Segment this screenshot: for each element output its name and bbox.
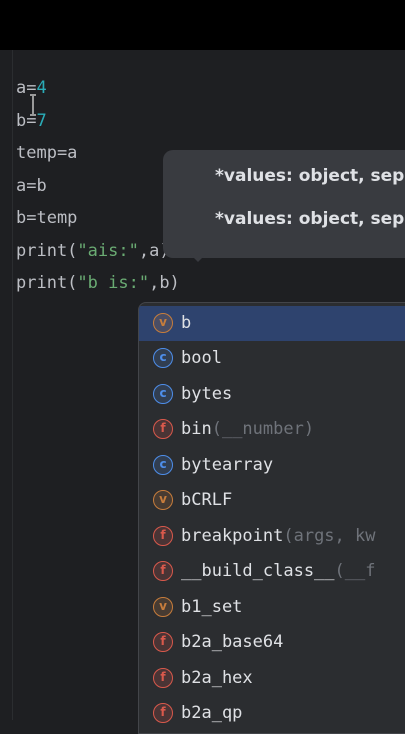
completion-item[interactable]: f __build_class__(__f [139,554,405,589]
code-line-5[interactable]: b=temp [16,205,77,231]
completion-name: breakpoint [181,526,284,546]
variable-icon: v [153,313,173,333]
code-token: 4 [36,78,47,98]
function-icon: f [153,561,173,581]
function-icon: f [153,526,173,546]
completion-name: b [181,313,192,333]
parameter-hint: *values: object, sep [215,209,405,229]
class-icon: c [153,384,173,404]
completion-name: bin [181,419,212,439]
completion-item[interactable]: f breakpoint(args, kw [139,519,405,554]
top-black-bar [0,0,405,50]
variable-icon: v [153,597,173,617]
code-line-6[interactable]: print("ais:",a) [16,238,170,264]
variable-icon: v [153,490,173,510]
completion-item[interactable]: f bin(__number) [139,412,405,447]
code-completion-popup[interactable]: vb c bool c bytes f bin(__number) c bytearra… [138,302,405,734]
completion-item[interactable]: v b1_set [139,590,405,625]
code-token: ,b) [149,273,180,293]
completion-name: bCRLF [181,490,233,510]
editor-gutter [12,50,13,720]
code-line-7[interactable]: print("b is:",b) [16,270,180,296]
code-token: "b is:" [77,273,150,293]
completion-name: b2a_base64 [181,632,284,652]
code-token: "ais:" [77,241,139,261]
completion-name: b2a_qp [181,703,243,723]
completion-name: bytearray [181,455,274,475]
completion-args: (__f [334,561,376,581]
completion-args: (__number) [211,419,315,439]
function-icon: f [153,632,173,652]
completion-name: bytes [181,384,233,404]
completion-name: b2a_hex [181,668,253,688]
completion-item[interactable]: c bytes [139,377,405,412]
code-token: print( [16,241,78,261]
completion-name: bool [181,348,222,368]
completion-item[interactable]: c bytearray [139,448,405,483]
class-icon: c [153,348,173,368]
function-icon: f [153,703,173,723]
completion-name: b1_set [181,597,243,617]
parameter-info-popup: *values: object, sep *values: object, se… [163,150,405,258]
function-icon: f [153,419,173,439]
code-line-4[interactable]: a=b [16,173,47,199]
completion-item[interactable]: f b2a_hex [139,661,405,696]
completion-item[interactable]: v bCRLF [139,483,405,518]
completion-item[interactable]: f b2a_qp [139,696,405,731]
code-token: print( [16,273,78,293]
mouse-text-cursor-icon [30,94,36,116]
completion-args: (args, kw [283,526,376,546]
parameter-info-pointer [190,254,206,262]
completion-item[interactable]: c bool [139,341,405,376]
code-line-3[interactable]: temp=a [16,140,77,166]
completion-name: __build_class__ [181,561,335,581]
function-icon: f [153,668,173,688]
code-token: 7 [36,111,47,131]
class-icon: c [153,455,173,475]
parameter-hint: *values: object, sep [215,166,405,186]
completion-item[interactable]: f b2a_base64 [139,625,405,660]
completion-item[interactable]: vb [139,306,405,341]
